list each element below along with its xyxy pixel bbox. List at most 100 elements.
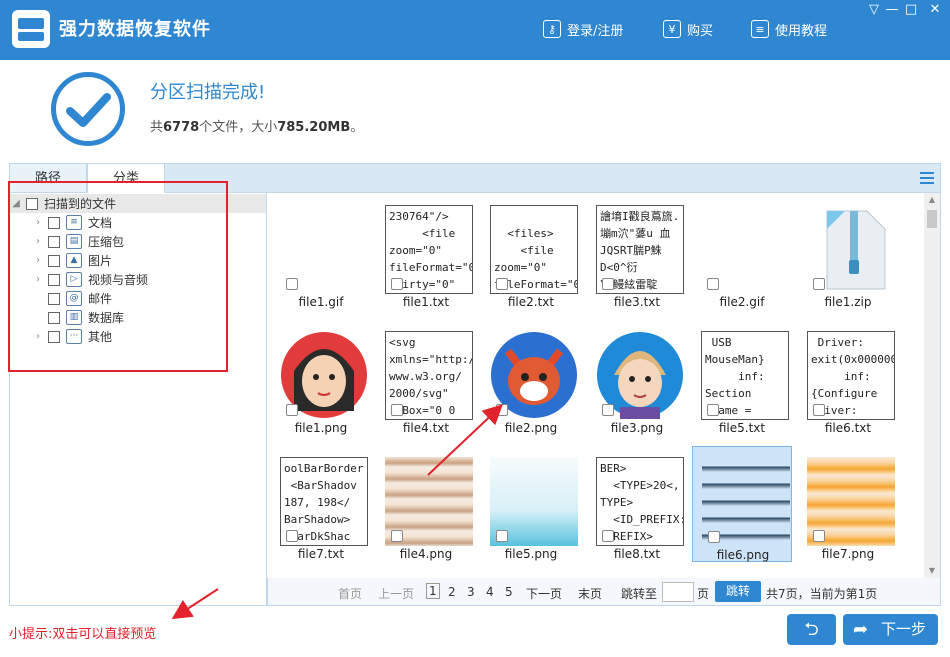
page-unit-label: 页 [697, 587, 710, 601]
file-item[interactable]: file3.png [587, 320, 687, 436]
file-checkbox[interactable] [496, 404, 508, 416]
tip-text: 小提示:双击可以直接预览 [9, 627, 157, 642]
tree-item-mail[interactable]: @ 邮件 [32, 289, 112, 308]
file-item[interactable]: Driver: exit(0x000000 inf: {Configure ri… [798, 320, 898, 436]
list-menu-icon[interactable] [920, 172, 934, 184]
file-item[interactable]: file4.png [376, 446, 476, 562]
first-page-link[interactable]: 首页 [338, 585, 362, 602]
vertical-scrollbar[interactable]: ▲ ▼ [924, 193, 940, 578]
file-checkbox[interactable] [707, 404, 719, 416]
file-item[interactable]: 譮堉I戳良蔦旒. 塴m泬"蔢u 血 JQSRT腨P鮢 D<0^衍 \'鳗絃雷聢 f… [587, 194, 687, 310]
buy-button[interactable]: ¥ 购买 [663, 18, 713, 40]
file-item[interactable]: file7.png [798, 446, 898, 562]
file-checkbox[interactable] [391, 278, 403, 290]
file-item[interactable]: file6.png [692, 446, 792, 562]
file-checkbox[interactable] [813, 278, 825, 290]
file-item[interactable]: 230764"/> <file zoom="0" fileFormat="0 d… [376, 194, 476, 310]
tab-path[interactable]: 路径 [9, 163, 87, 193]
file-item[interactable]: file1.zip [798, 194, 898, 310]
tree-item-checkbox[interactable] [48, 254, 60, 267]
file-item[interactable]: BER> <TYPE>20<, TYPE> <ID_PREFIX: PREFIX… [587, 446, 687, 562]
file-checkbox[interactable] [602, 530, 614, 542]
file-checkbox[interactable] [286, 404, 298, 416]
file-name: file7.png [821, 547, 875, 561]
tree-root[interactable]: ◢ 扫描到的文件 [10, 194, 266, 213]
tab-category[interactable]: 分类 [87, 163, 165, 193]
title-bar: 强力数据恢复软件 ⚷ 登录/注册 ¥ 购买 ≡ 使用教程 ▽ — □ ✕ [0, 0, 950, 60]
scan-complete-title: 分区扫描完成! [150, 82, 266, 103]
collapse-arrow-icon[interactable]: ◢ [10, 198, 22, 209]
scroll-down-icon[interactable]: ▼ [924, 564, 940, 578]
next-step-button[interactable]: ➦ 下一步 [843, 614, 938, 645]
file-checkbox[interactable] [496, 530, 508, 542]
file-checkbox[interactable] [707, 278, 719, 290]
tree-item-checkbox[interactable] [48, 292, 60, 305]
file-item[interactable]: file5.png [481, 446, 581, 562]
file-item[interactable]: USB MouseMan} inf: Section ame = file5.tx… [692, 320, 792, 436]
page-link-4[interactable]: 4 [486, 585, 494, 599]
tree-item-archives[interactable]: › ▤ 压缩包 [32, 232, 124, 251]
file-checkbox[interactable] [708, 531, 720, 543]
checkmark-icon [51, 72, 125, 146]
file-item[interactable]: file1.gif [271, 194, 371, 310]
file-item[interactable]: file1.png [271, 320, 371, 436]
file-checkbox[interactable] [602, 404, 614, 416]
tree-item-checkbox[interactable] [48, 330, 60, 343]
page-link-5[interactable]: 5 [505, 585, 513, 599]
expand-arrow-icon[interactable]: › [32, 255, 44, 266]
file-item[interactable]: oolBarBorder <BarShadov 187, 198</ BarSh… [271, 446, 371, 562]
file-checkbox[interactable] [602, 278, 614, 290]
page-link-1[interactable]: 1 [426, 583, 440, 599]
expand-arrow-icon[interactable]: › [32, 274, 44, 285]
tree-item-video-audio[interactable]: › ▷ 视频与音频 [32, 270, 148, 289]
expand-arrow-icon[interactable]: › [32, 217, 44, 228]
expand-arrow-icon[interactable]: › [32, 331, 44, 342]
prev-page-link[interactable]: 上一页 [378, 585, 414, 602]
tutorial-button[interactable]: ≡ 使用教程 [751, 18, 827, 40]
close-button[interactable]: ✕ [924, 2, 946, 20]
page-status: 共7页，当前为第1页 [766, 587, 878, 601]
buy-label: 购买 [687, 23, 714, 39]
file-item[interactable]: file2.gif [692, 194, 792, 310]
file-item[interactable]: <files> <file zoom="0" fileFormat="0 file… [481, 194, 581, 310]
file-checkbox[interactable] [286, 530, 298, 542]
file-name: file1.zip [824, 295, 872, 309]
video-icon: ▷ [66, 272, 82, 287]
tree-item-label: 压缩包 [88, 235, 125, 249]
page-link-2[interactable]: 2 [448, 585, 456, 599]
login-button[interactable]: ⚷ 登录/注册 [543, 18, 623, 40]
tree-root-checkbox[interactable] [26, 197, 38, 210]
tree-item-images[interactable]: › ▲ 图片 [32, 251, 112, 270]
tree-item-checkbox[interactable] [48, 273, 60, 286]
file-checkbox[interactable] [813, 530, 825, 542]
expand-arrow-icon[interactable]: › [32, 236, 44, 247]
document-icon: ≡ [66, 215, 82, 230]
tree-item-other[interactable]: › ··· 其他 [32, 327, 112, 346]
file-checkbox[interactable] [391, 404, 403, 416]
file-item[interactable]: file2.png [481, 320, 581, 436]
view-tabs: 路径 分类 [9, 163, 941, 193]
file-name: file3.txt [613, 295, 661, 309]
file-name: file1.txt [402, 295, 450, 309]
file-checkbox[interactable] [391, 530, 403, 542]
tree-item-checkbox[interactable] [48, 235, 60, 248]
tree-item-checkbox[interactable] [48, 311, 60, 324]
tree-item-checkbox[interactable] [48, 216, 60, 229]
jump-button[interactable]: 跳转 [715, 581, 761, 602]
page-link-3[interactable]: 3 [467, 585, 475, 599]
file-name: file7.txt [297, 547, 345, 561]
next-page-link[interactable]: 下一页 [526, 585, 562, 602]
file-checkbox[interactable] [286, 278, 298, 290]
back-button[interactable]: ⮌ [787, 614, 836, 645]
maximize-button[interactable]: □ [900, 2, 922, 20]
image-icon: ▲ [66, 253, 82, 268]
scroll-up-icon[interactable]: ▲ [924, 193, 940, 207]
tree-item-documents[interactable]: › ≡ 文档 [32, 213, 112, 232]
tree-item-database[interactable]: ▥ 数据库 [32, 308, 124, 327]
last-page-link[interactable]: 末页 [578, 585, 602, 602]
jump-page-input[interactable] [662, 582, 694, 602]
file-checkbox[interactable] [813, 404, 825, 416]
file-item[interactable]: <svg xmlns="http:/ www.w3.org/ 2000/svg"… [376, 320, 476, 436]
file-checkbox[interactable] [496, 278, 508, 290]
scrollbar-thumb[interactable] [927, 210, 937, 228]
